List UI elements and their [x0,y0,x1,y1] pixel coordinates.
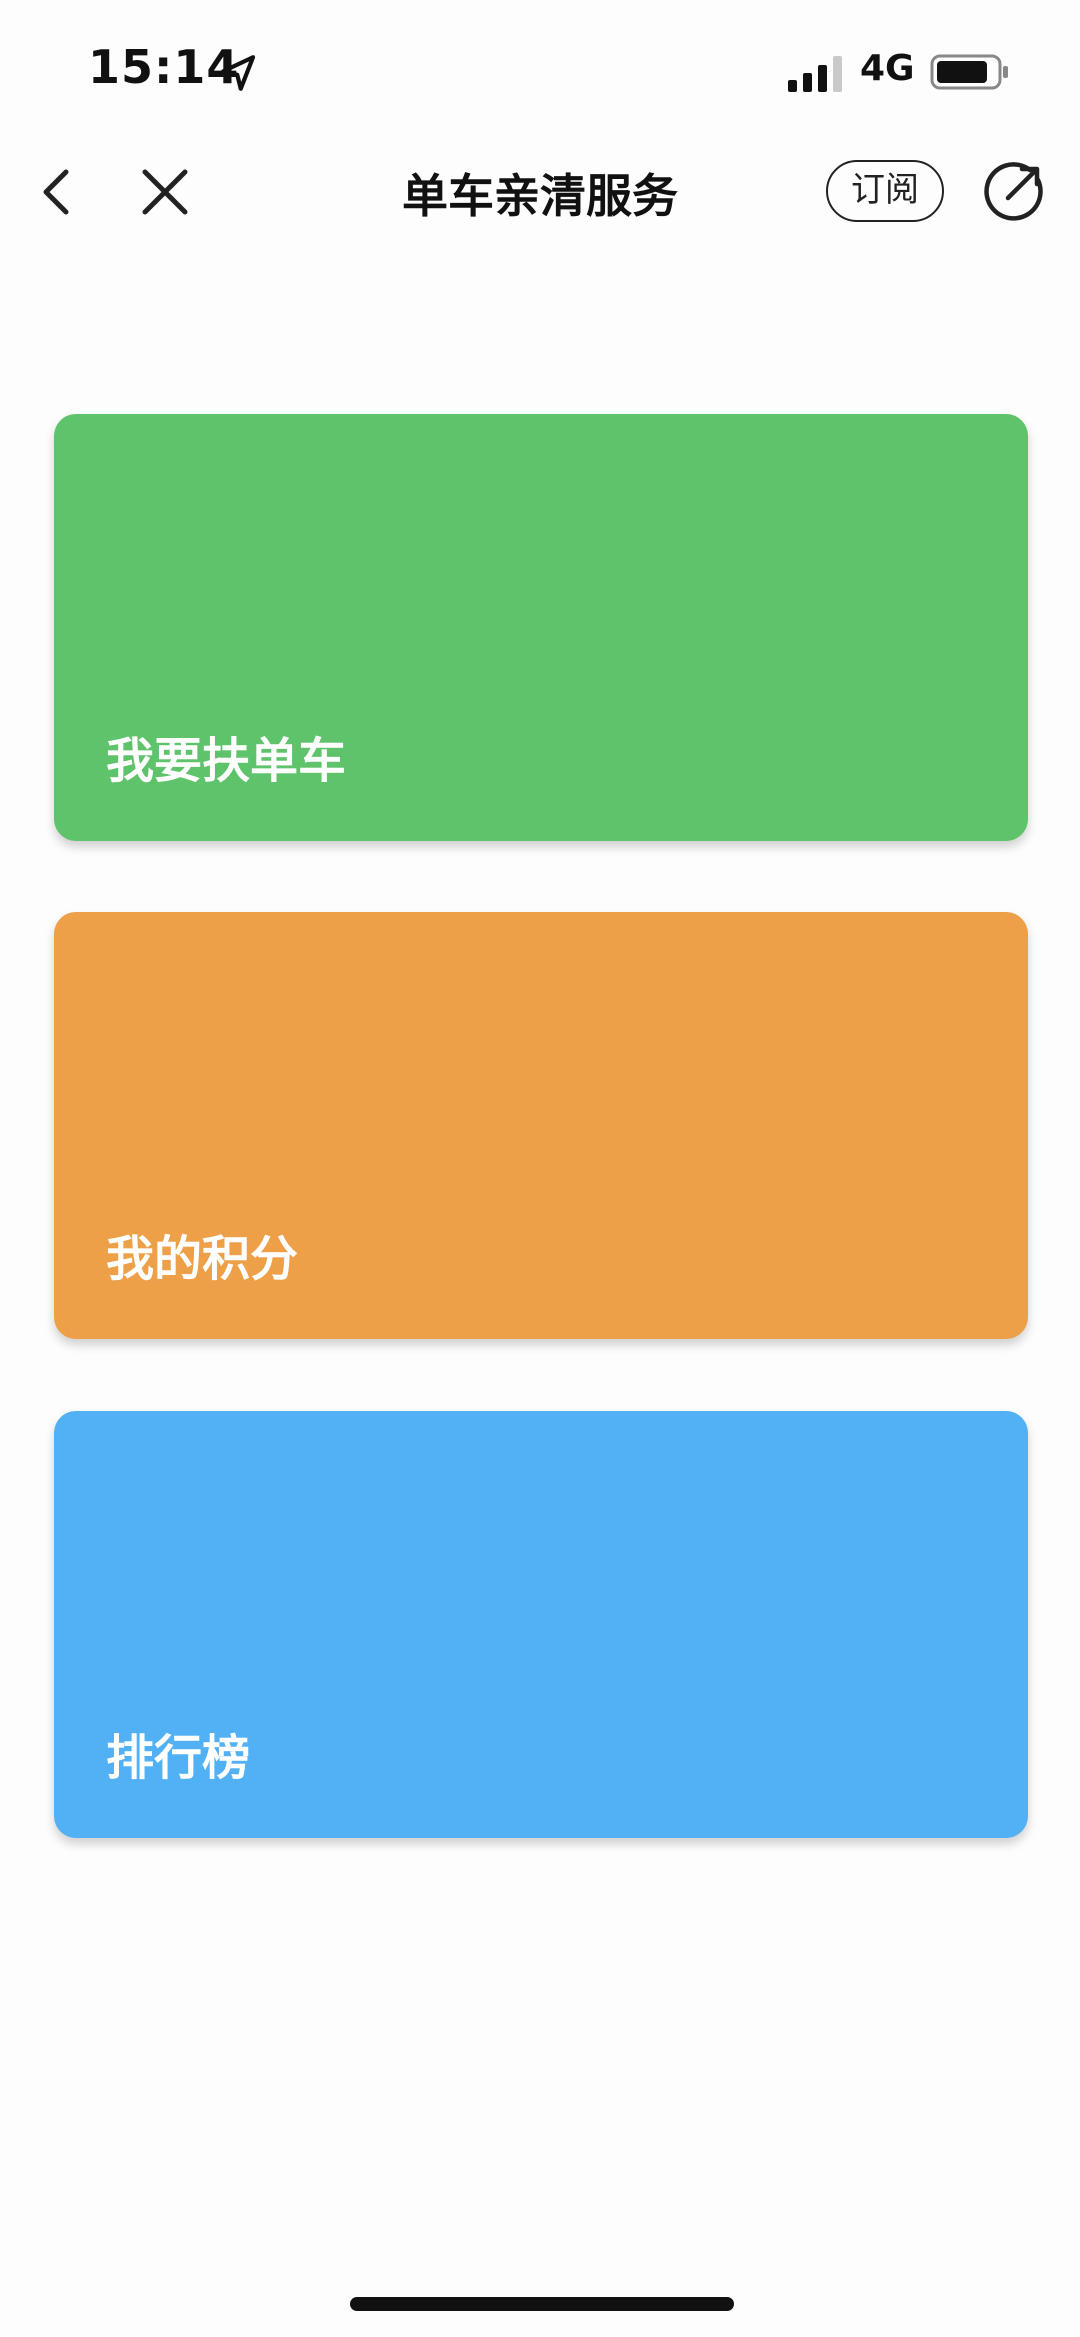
home-indicator[interactable] [350,2297,734,2311]
close-icon[interactable] [135,162,195,222]
chevron-left-icon[interactable] [28,162,88,222]
location-arrow-icon [221,55,256,91]
share-icon[interactable] [982,158,1048,224]
card-label: 排行榜 [106,1730,251,1786]
cellular-signal-icon [788,56,842,92]
nav-bar: 单车亲清服务 订阅 [0,140,1080,250]
status-bar: 15:14 4G [0,0,1080,140]
help-bike-card[interactable]: 我要扶单车 [54,414,1028,841]
my-points-card[interactable]: 我的积分 [54,912,1028,1339]
app-screen: 15:14 4G 单车亲清服务 订阅 我要扶单车 我的积分 排行榜 [0,0,1080,2337]
page-title: 单车亲清服务 [402,169,678,223]
network-type: 4G [860,48,915,89]
leaderboard-card[interactable]: 排行榜 [54,1411,1028,1838]
card-label: 我要扶单车 [106,733,347,789]
status-time: 15:14 [88,40,240,94]
battery-icon [930,54,1008,90]
card-label: 我的积分 [106,1231,299,1287]
subscribe-button[interactable]: 订阅 [826,160,944,222]
